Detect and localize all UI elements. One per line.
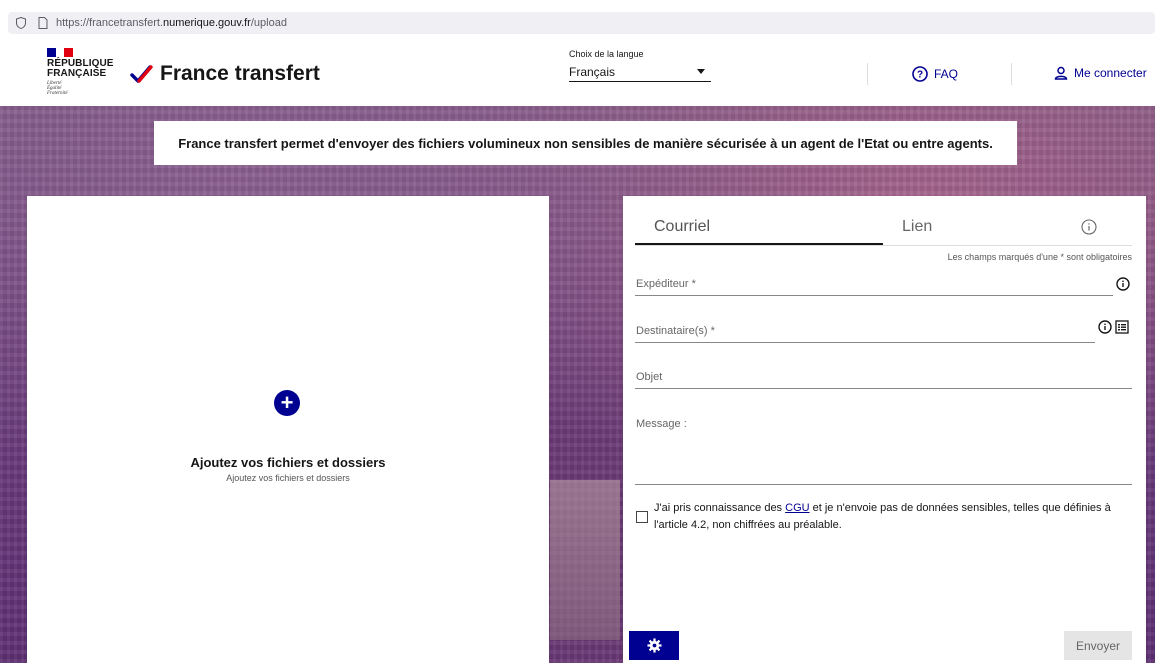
upload-subtitle: Ajoutez vos fichiers et dossiers: [226, 473, 350, 483]
login-label: Me connecter: [1074, 66, 1147, 80]
marianne-flag-icon: [47, 48, 74, 57]
transfer-form-panel: [623, 196, 1146, 663]
recipients-input[interactable]: [635, 342, 1095, 343]
chevron-down-icon: [697, 69, 705, 74]
page-icon: [38, 17, 48, 29]
settings-button[interactable]: [629, 631, 679, 660]
faq-link[interactable]: ? FAQ: [912, 66, 958, 82]
info-icon[interactable]: [1116, 277, 1130, 291]
upload-dropzone[interactable]: [27, 196, 549, 663]
info-icon[interactable]: [1081, 219, 1097, 235]
language-select[interactable]: Français: [569, 62, 711, 82]
cgu-text-start: J'ai pris connaissance des: [654, 502, 786, 514]
language-chooser[interactable]: Choix de la langue Français: [569, 49, 711, 82]
tab-courriel[interactable]: Courriel: [654, 218, 710, 236]
subject-input[interactable]: [635, 388, 1132, 389]
required-fields-note: Les champs marqués d'une * sont obligato…: [947, 252, 1132, 262]
info-banner: France transfert permet d'envoyer des fi…: [154, 121, 1017, 165]
language-value: Français: [569, 64, 616, 79]
browser-address-bar: https://francetransfert. numerique.gouv.f…: [0, 0, 1155, 34]
send-button[interactable]: Envoyer: [1064, 631, 1132, 660]
url-path: /upload: [250, 17, 287, 29]
active-tab-indicator: [635, 243, 883, 245]
faq-label: FAQ: [934, 67, 959, 81]
france-transfert-logo-icon: [130, 65, 153, 83]
add-files-icon[interactable]: +: [274, 390, 300, 416]
sender-input[interactable]: [635, 295, 1113, 296]
cgu-text: J'ai pris connaissance des CGU et je n'e…: [654, 500, 1136, 534]
republique-francaise-logo[interactable]: RÉPUBLIQUE FRANÇAISE Liberté Égalité Fra…: [47, 48, 117, 96]
tabs-divider: [635, 245, 1132, 246]
language-label: Choix de la langue: [569, 49, 644, 59]
svg-text:?: ?: [917, 70, 923, 81]
contact-list-icon[interactable]: [1115, 320, 1129, 334]
arc-de-triomphe-image: [550, 480, 620, 640]
url-host: numerique.gouv.fr: [163, 17, 251, 29]
subject-label: Objet: [636, 371, 663, 383]
message-textarea[interactable]: [635, 484, 1132, 485]
user-icon: [1054, 66, 1068, 80]
gov-name-2: FRANÇAISE: [47, 68, 107, 79]
message-label: Message :: [636, 418, 687, 430]
upload-title: Ajoutez vos fichiers et dossiers: [190, 455, 386, 470]
shield-icon: [16, 17, 26, 29]
url-field[interactable]: https://francetransfert. numerique.gouv.f…: [8, 12, 1155, 34]
site-header: RÉPUBLIQUE FRANÇAISE Liberté Égalité Fra…: [0, 40, 1155, 106]
cgu-consent: J'ai pris connaissance des CGU et je n'e…: [636, 500, 1136, 534]
gov-motto-3: Fraternité: [47, 91, 68, 96]
help-icon: ?: [912, 66, 928, 82]
login-link[interactable]: Me connecter: [1054, 66, 1147, 80]
recipients-label: Destinataire(s) *: [636, 325, 715, 337]
url-prefix: https://francetransfert.: [56, 17, 163, 29]
brand-link[interactable]: France transfert: [130, 62, 320, 86]
cgu-checkbox[interactable]: [636, 511, 648, 523]
gear-icon: [646, 638, 662, 653]
header-divider: [1011, 63, 1012, 85]
cgu-link[interactable]: CGU: [785, 502, 809, 514]
header-divider: [867, 63, 868, 85]
info-icon[interactable]: [1098, 320, 1112, 334]
brand-name: France transfert: [160, 62, 320, 85]
sender-label: Expéditeur *: [636, 278, 696, 290]
tab-lien[interactable]: Lien: [902, 218, 932, 236]
